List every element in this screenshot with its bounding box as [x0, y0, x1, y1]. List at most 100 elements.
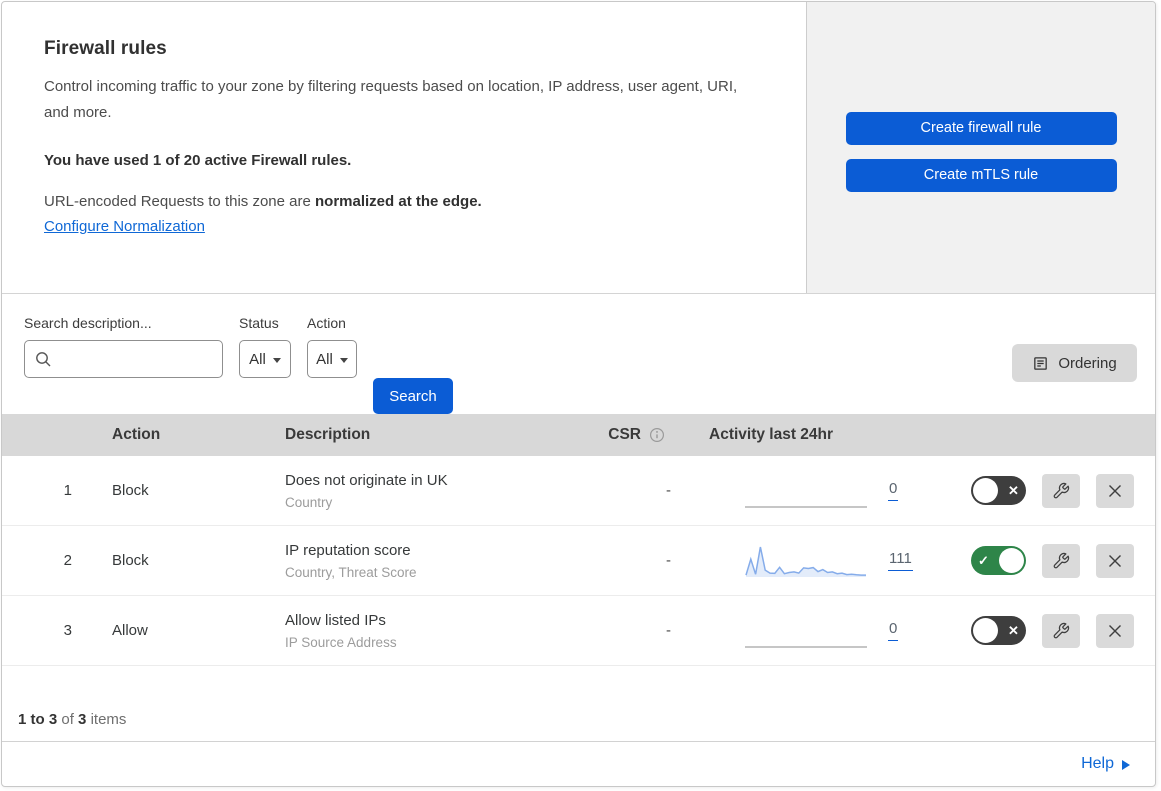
status-dropdown-value: All: [249, 350, 266, 368]
delete-rule-button[interactable]: [1096, 543, 1134, 578]
table-row: 2 Block IP reputation score Country, Thr…: [2, 526, 1155, 596]
page-title: Firewall rules: [44, 38, 167, 59]
toggle-knob: [999, 548, 1024, 573]
chevron-down-icon: [272, 357, 281, 363]
activity-sparkline: [745, 474, 867, 508]
pagination-summary: 1 to 3 of 3 items: [2, 666, 1155, 741]
rule-action: Block: [112, 552, 149, 569]
rule-controls: ✕: [932, 473, 1155, 508]
page-description: Control incoming traffic to your zone by…: [44, 78, 738, 121]
action-dropdown[interactable]: All: [307, 340, 357, 378]
rule-controls: ✕: [932, 613, 1155, 648]
delete-rule-button[interactable]: [1096, 613, 1134, 648]
close-icon: [1109, 624, 1121, 637]
rule-csr-value: -: [666, 622, 671, 639]
ordering-icon: [1034, 356, 1048, 370]
table-row: 3 Allow Allow listed IPs IP Source Addre…: [2, 596, 1155, 666]
chevron-down-icon: [339, 357, 348, 363]
arrow-right-icon: [1122, 760, 1130, 770]
close-icon: [1109, 484, 1121, 497]
edit-rule-button[interactable]: [1042, 473, 1080, 508]
rule-csr-value: -: [666, 552, 671, 569]
rule-priority: 1: [63, 482, 72, 499]
header-section: Firewall rules Control incoming traffic …: [2, 2, 1155, 294]
rule-activity-cell: 111: [697, 544, 932, 578]
items-of: of: [61, 711, 74, 728]
wrench-icon: [1053, 552, 1070, 568]
delete-rule-button[interactable]: [1096, 473, 1134, 508]
rule-description: Allow listed IPs: [285, 611, 386, 629]
rule-criteria: Country, Threat Score: [285, 564, 417, 580]
actions-panel: Create firewall rule Create mTLS rule: [806, 2, 1155, 293]
rule-description: Does not originate in UK: [285, 471, 448, 489]
search-label: Search description...: [24, 315, 152, 331]
column-header-description: Description: [285, 426, 371, 443]
edit-rule-button[interactable]: [1042, 543, 1080, 578]
rule-activity-cell: 0: [697, 474, 932, 508]
ordering-button[interactable]: Ordering: [1012, 344, 1137, 382]
status-label: Status: [239, 315, 279, 331]
usage-summary: You have used 1 of 20 active Firewall ru…: [44, 152, 352, 169]
rule-criteria: IP Source Address: [285, 634, 397, 650]
close-icon: [1109, 554, 1121, 567]
column-header-activity: Activity last 24hr: [709, 426, 834, 443]
toggle-state-icon: ✕: [1008, 482, 1019, 498]
table-body: 1 Block Does not originate in UK Country…: [2, 456, 1155, 666]
activity-sparkline: [745, 544, 867, 578]
help-link-label: Help: [1081, 755, 1114, 772]
rule-description-cell: Allow listed IPs IP Source Address: [285, 612, 597, 650]
help-link[interactable]: Help: [1081, 755, 1130, 773]
search-icon: [36, 351, 51, 366]
toggle-knob: [973, 478, 998, 503]
activity-count-link[interactable]: 0: [888, 480, 899, 501]
rule-action: Block: [112, 482, 149, 499]
search-box[interactable]: [24, 340, 223, 378]
column-header-csr: CSR: [597, 426, 697, 444]
items-range: 1 to 3: [18, 711, 58, 728]
search-button[interactable]: Search: [373, 378, 453, 414]
rule-description-cell: Does not originate in UK Country: [285, 472, 597, 510]
wrench-icon: [1053, 622, 1070, 638]
filter-bar: Search description... Status All Action …: [2, 294, 1155, 414]
rule-activity-cell: 0: [697, 614, 932, 648]
wrench-icon: [1053, 482, 1070, 498]
create-mtls-rule-button[interactable]: Create mTLS rule: [845, 158, 1117, 192]
rule-criteria: Country: [285, 494, 333, 510]
csr-label: CSR: [608, 426, 641, 443]
rule-description: IP reputation score: [285, 541, 411, 559]
info-icon[interactable]: [649, 427, 665, 443]
enable-toggle[interactable]: ✕: [971, 616, 1026, 645]
items-total: 3: [78, 711, 87, 728]
header-text-block: Firewall rules Control incoming traffic …: [2, 2, 806, 293]
toggle-state-icon: ✓: [978, 552, 989, 568]
rule-action: Allow: [112, 622, 148, 639]
table-row: 1 Block Does not originate in UK Country…: [2, 456, 1155, 526]
normalization-bold: normalized at the edge.: [315, 193, 482, 210]
status-dropdown[interactable]: All: [239, 340, 291, 378]
ordering-button-label: Ordering: [1058, 354, 1117, 372]
activity-sparkline: [745, 614, 867, 648]
enable-toggle[interactable]: ✕: [971, 476, 1026, 505]
column-header-action: Action: [112, 426, 161, 443]
activity-count-link[interactable]: 111: [888, 550, 913, 571]
rule-priority: 3: [63, 622, 72, 639]
action-label: Action: [307, 315, 346, 331]
enable-toggle[interactable]: ✓: [971, 546, 1026, 575]
action-dropdown-value: All: [316, 350, 333, 368]
create-firewall-rule-button[interactable]: Create firewall rule: [845, 111, 1117, 145]
rule-controls: ✓: [932, 543, 1155, 578]
toggle-state-icon: ✕: [1008, 622, 1019, 638]
rule-description-cell: IP reputation score Country, Threat Scor…: [285, 542, 597, 580]
configure-normalization-link[interactable]: Configure Normalization: [44, 218, 205, 235]
help-bar: Help: [2, 741, 1155, 786]
toggle-knob: [973, 618, 998, 643]
rule-csr-value: -: [666, 482, 671, 499]
edit-rule-button[interactable]: [1042, 613, 1080, 648]
rule-priority: 2: [63, 552, 72, 569]
items-word: items: [90, 711, 127, 728]
firewall-rules-panel: Firewall rules Control incoming traffic …: [1, 1, 1156, 787]
normalization-prefix: URL-encoded Requests to this zone are: [44, 193, 315, 210]
search-input[interactable]: [58, 350, 222, 368]
activity-count-link[interactable]: 0: [888, 620, 899, 641]
table-header: Action Description CSR Activity last 24h…: [2, 414, 1155, 456]
